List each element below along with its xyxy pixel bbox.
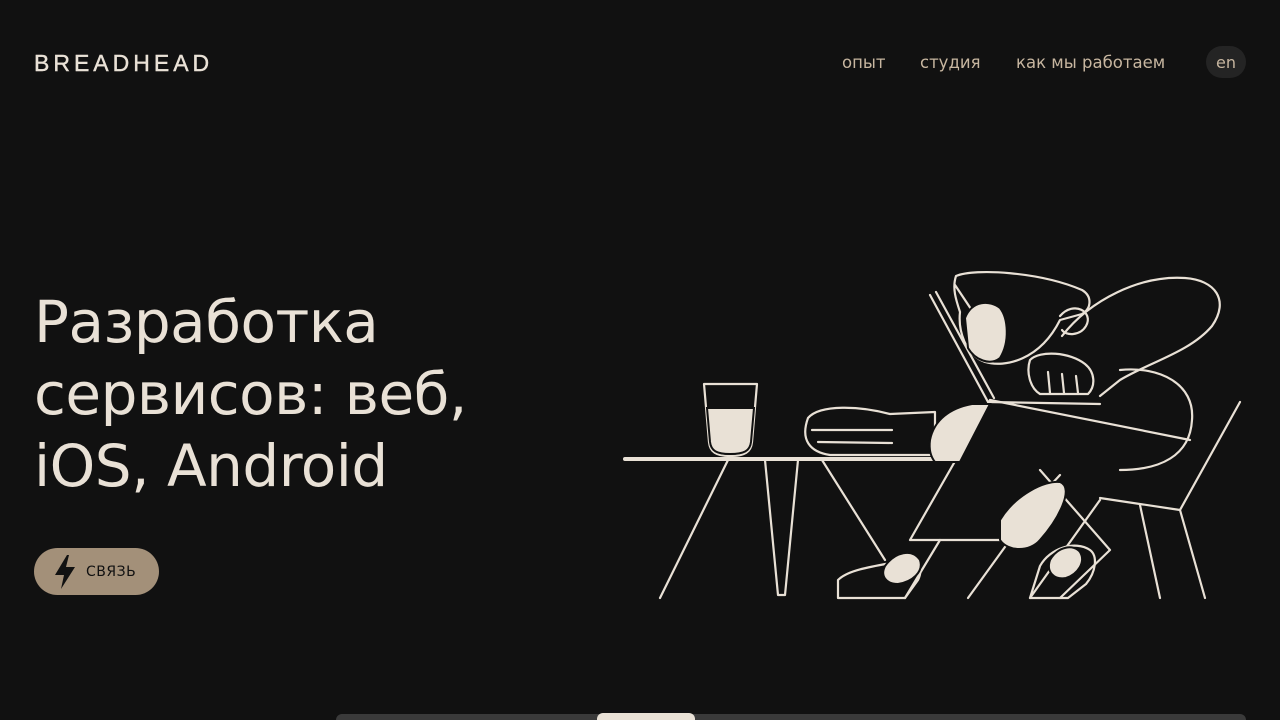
- contact-button[interactable]: СВЯЗЬ: [34, 548, 159, 595]
- headline-line-2: сервисов: веб,: [34, 360, 467, 428]
- contact-button-label: СВЯЗЬ: [86, 563, 137, 580]
- person-sleeping-at-desk-illustration: [623, 270, 1242, 600]
- headline-line-3: iOS, Android: [34, 432, 388, 500]
- brand-logo[interactable]: BREADHEAD: [34, 50, 213, 77]
- headline-line-1: Разработка: [34, 288, 379, 356]
- nav-link-studio[interactable]: студия: [920, 53, 981, 72]
- language-switch[interactable]: en: [1206, 46, 1246, 78]
- lightning-bolt-icon: [55, 554, 75, 589]
- nav-link-experience[interactable]: опыт: [842, 53, 886, 72]
- bottom-preview-strip: [336, 714, 1246, 720]
- bottom-preview-pill: [597, 713, 695, 720]
- hero-headline: Разработка сервисов: веб, iOS, Android: [34, 286, 594, 502]
- nav-link-how-we-work[interactable]: как мы работаем: [1016, 53, 1165, 72]
